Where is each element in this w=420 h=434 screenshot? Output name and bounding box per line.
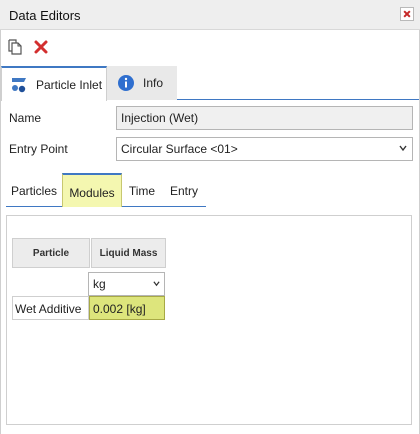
entry-point-dropdown[interactable]: Circular Surface <01> [116,137,413,161]
tab-info[interactable]: Info [107,66,177,100]
column-header-particle: Particle [12,238,90,268]
main-tab-bar: Particle Inlet Info [1,66,419,101]
unit-value: kg [93,277,106,291]
tab-particle-inlet[interactable]: Particle Inlet [1,66,107,101]
module-tab-bar: Particles Modules Time Entry [6,173,206,207]
name-field[interactable]: Injection (Wet) [116,106,413,130]
entry-point-label: Entry Point [9,142,68,156]
entry-point-value: Circular Surface <01> [121,142,238,156]
window-title: Data Editors [9,8,81,23]
toolbar [0,31,420,65]
chevron-down-icon [399,145,407,152]
info-icon [118,75,134,91]
name-label: Name [9,111,42,125]
delete-icon[interactable] [33,39,49,55]
chevron-down-icon [153,281,160,287]
title-bar: Data Editors [0,0,420,30]
tab-particle-inlet-label: Particle Inlet [36,77,103,92]
liquid-mass-cell[interactable]: 0.002 [kg] [89,296,165,320]
tab-modules[interactable]: Modules [62,173,122,207]
particle-inlet-icon [12,77,26,92]
unit-dropdown[interactable]: kg [88,272,165,296]
tab-entry[interactable]: Entry [162,173,206,207]
tab-time[interactable]: Time [122,173,162,207]
close-icon[interactable] [400,7,414,21]
row-label-wet-additive: Wet Additive [12,296,89,320]
copy-icon[interactable] [7,39,23,55]
column-header-liquid-mass[interactable]: Liquid Mass [91,238,166,268]
tab-particles[interactable]: Particles [6,173,62,207]
tab-info-label: Info [143,76,164,90]
